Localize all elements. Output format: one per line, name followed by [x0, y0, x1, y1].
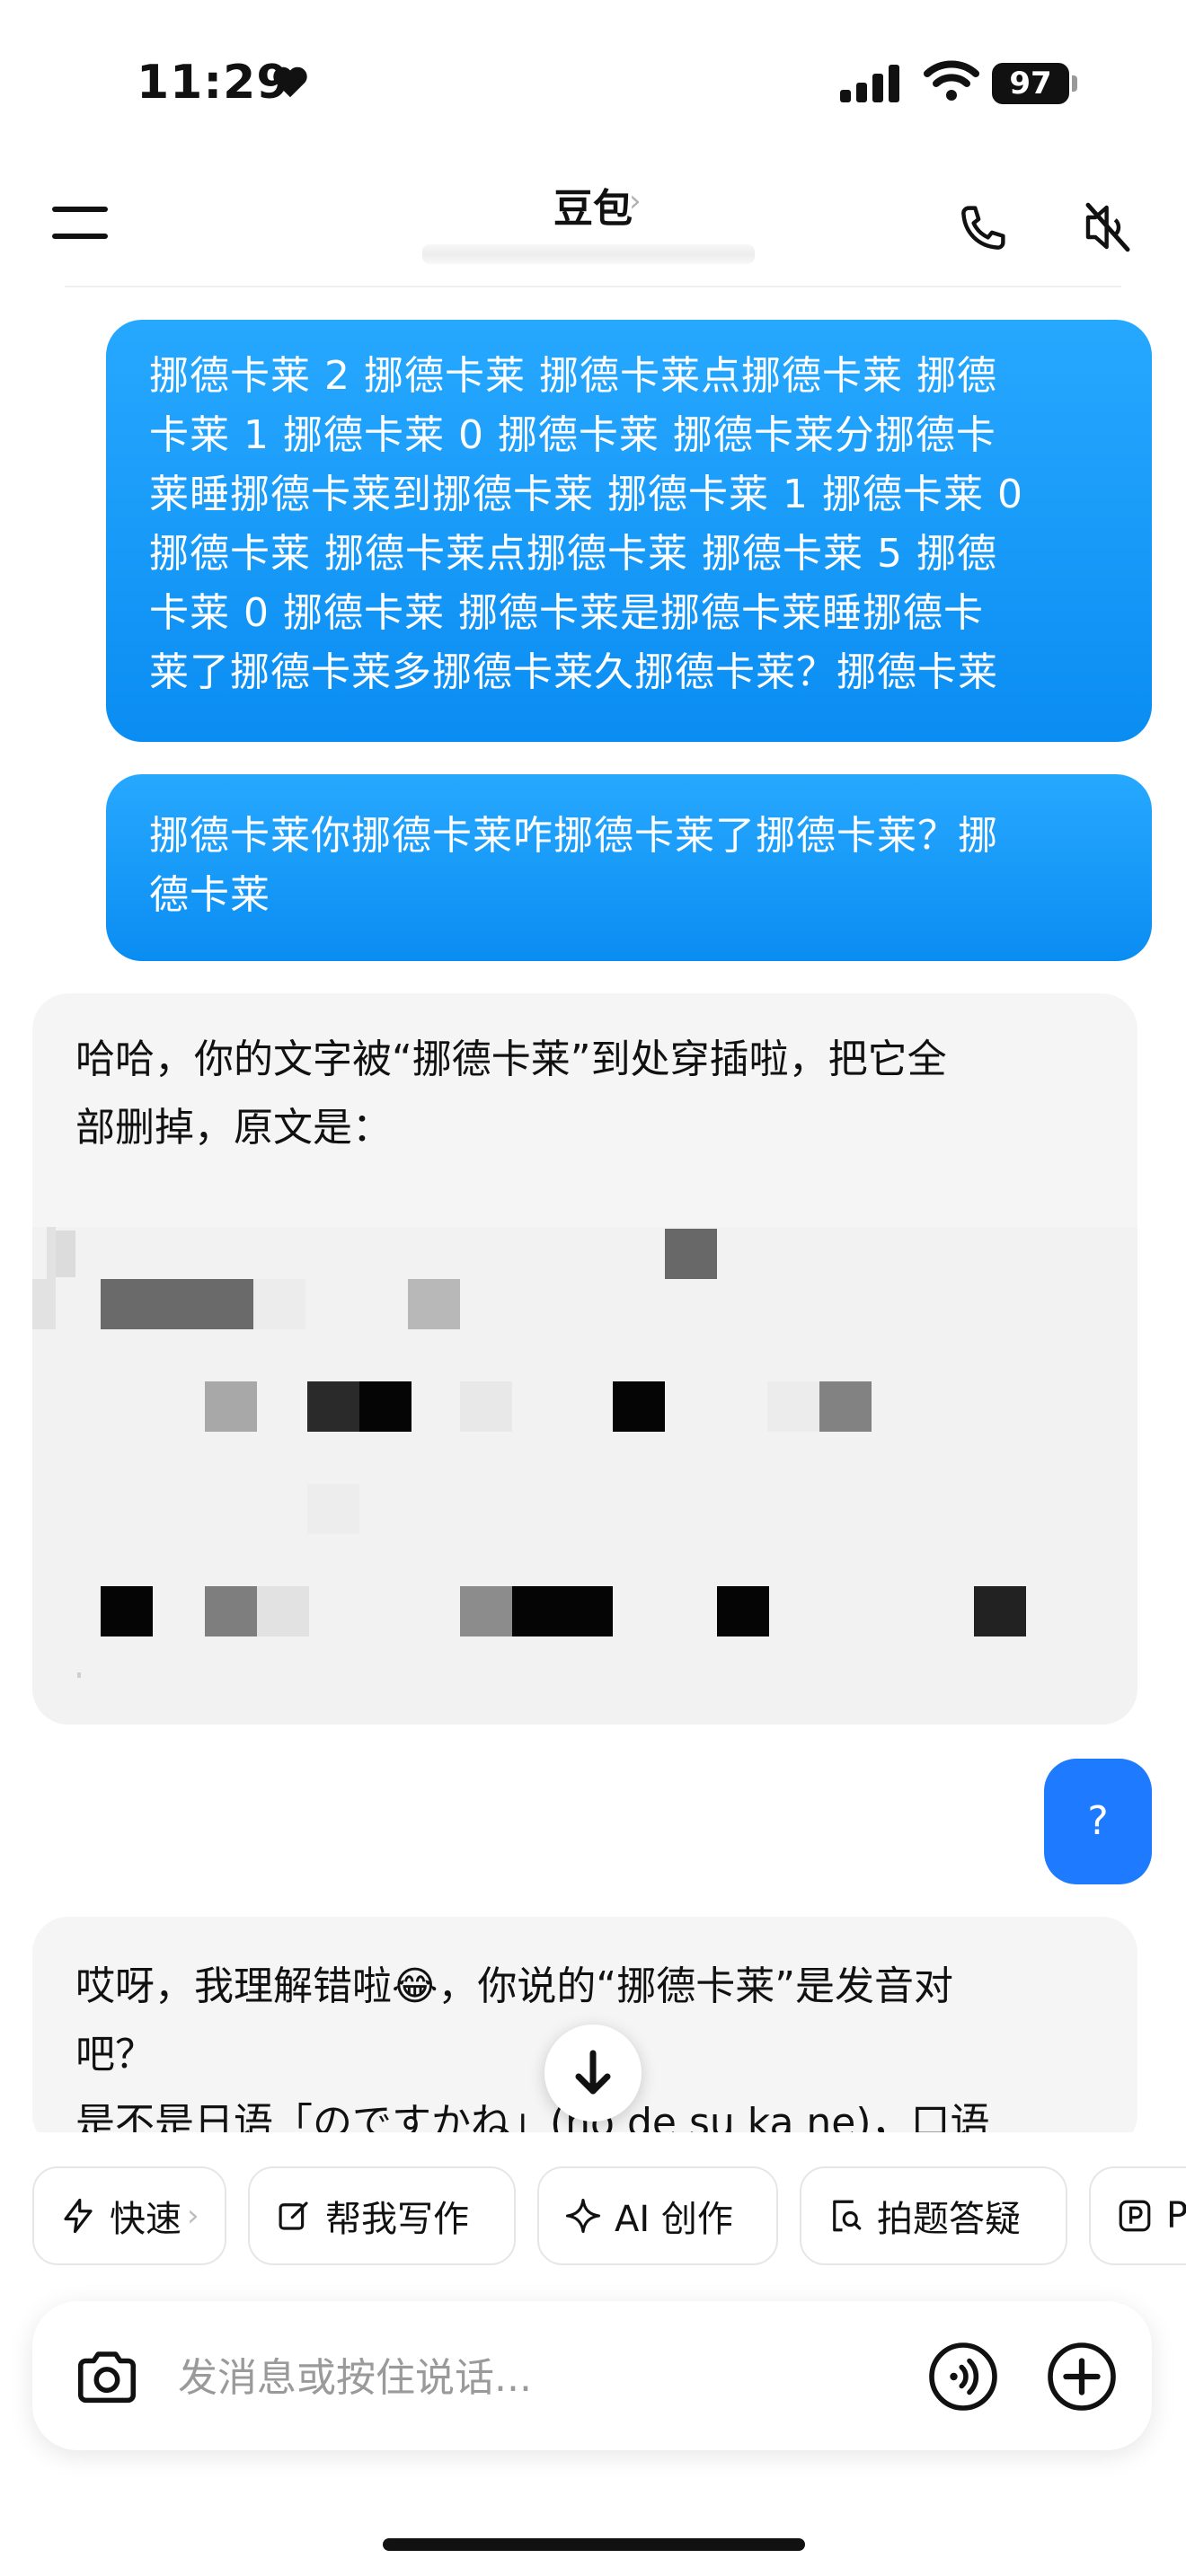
- chip-write[interactable]: 帮我写作: [248, 2166, 516, 2265]
- sparkle-icon: [565, 2198, 601, 2234]
- user-message-text: 挪德卡莱你挪德卡莱咋挪德卡莱了挪德卡莱？挪 德卡莱: [149, 813, 998, 918]
- home-indicator: [383, 2538, 805, 2551]
- header-divider: [65, 286, 1121, 287]
- camera-icon[interactable]: [72, 2342, 142, 2413]
- chip-ai-create[interactable]: AI 创作: [537, 2166, 778, 2265]
- chat-title[interactable]: 豆包: [503, 176, 683, 234]
- p-icon: [1119, 2200, 1151, 2232]
- plus-icon[interactable]: [1044, 2339, 1120, 2414]
- scroll-to-bottom-button[interactable]: [544, 2025, 642, 2122]
- chip-label: 快速: [110, 2199, 181, 2240]
- voice-call-icon[interactable]: [925, 2339, 1001, 2414]
- photo-question-icon: [833, 2200, 862, 2232]
- cellular-signal-icon: [840, 65, 899, 102]
- chip-label: AI 创作: [615, 2199, 733, 2240]
- user-question-bubble[interactable]: ?: [1044, 1759, 1152, 1884]
- wifi-icon: [924, 60, 979, 101]
- chip-label: P: [1166, 2195, 1186, 2236]
- user-message-text: 挪德卡莱 2 挪德卡莱 挪德卡莱点挪德卡莱 挪德 卡莱 1 挪德卡莱 0 挪德卡…: [149, 353, 1023, 695]
- phone-icon[interactable]: [952, 199, 1012, 259]
- heart-icon: [273, 66, 307, 98]
- edit-icon: [279, 2201, 308, 2230]
- chip-photo-question[interactable]: 拍题答疑: [800, 2166, 1067, 2265]
- assistant-message-text: 哈哈，你的文字被“挪德卡莱”到处穿插啦，把它全 部删掉，原文是：: [75, 1037, 947, 1151]
- chevron-right-icon: ›: [629, 183, 642, 219]
- chip-fast-mode[interactable]: 快速 ›: [32, 2166, 226, 2265]
- arrow-down-icon: [575, 2050, 611, 2095]
- chip-more[interactable]: P: [1089, 2166, 1186, 2265]
- chevron-right-icon: ›: [187, 2198, 199, 2234]
- chip-label: 帮我写作: [325, 2199, 469, 2240]
- battery-level: 97: [992, 63, 1069, 104]
- blurred-subtitle: [422, 244, 755, 264]
- user-message-bubble[interactable]: 挪德卡莱 2 挪德卡莱 挪德卡莱点挪德卡莱 挪德 卡莱 1 挪德卡莱 0 挪德卡…: [106, 320, 1152, 742]
- speaker-muted-icon[interactable]: [1078, 198, 1137, 257]
- user-message-bubble[interactable]: 挪德卡莱你挪德卡莱咋挪德卡莱了挪德卡莱？挪 德卡莱: [106, 774, 1152, 961]
- status-time: 11:29: [137, 56, 290, 110]
- lightning-icon: [64, 2198, 93, 2234]
- chip-label: 拍题答疑: [877, 2199, 1021, 2240]
- menu-icon[interactable]: [52, 207, 108, 260]
- message-input[interactable]: [176, 2342, 898, 2413]
- battery-tip: [1072, 75, 1077, 92]
- assistant-message-bubble[interactable]: 哈哈，你的文字被“挪德卡莱”到处穿插啦，把它全 部删掉，原文是：: [32, 993, 1137, 1725]
